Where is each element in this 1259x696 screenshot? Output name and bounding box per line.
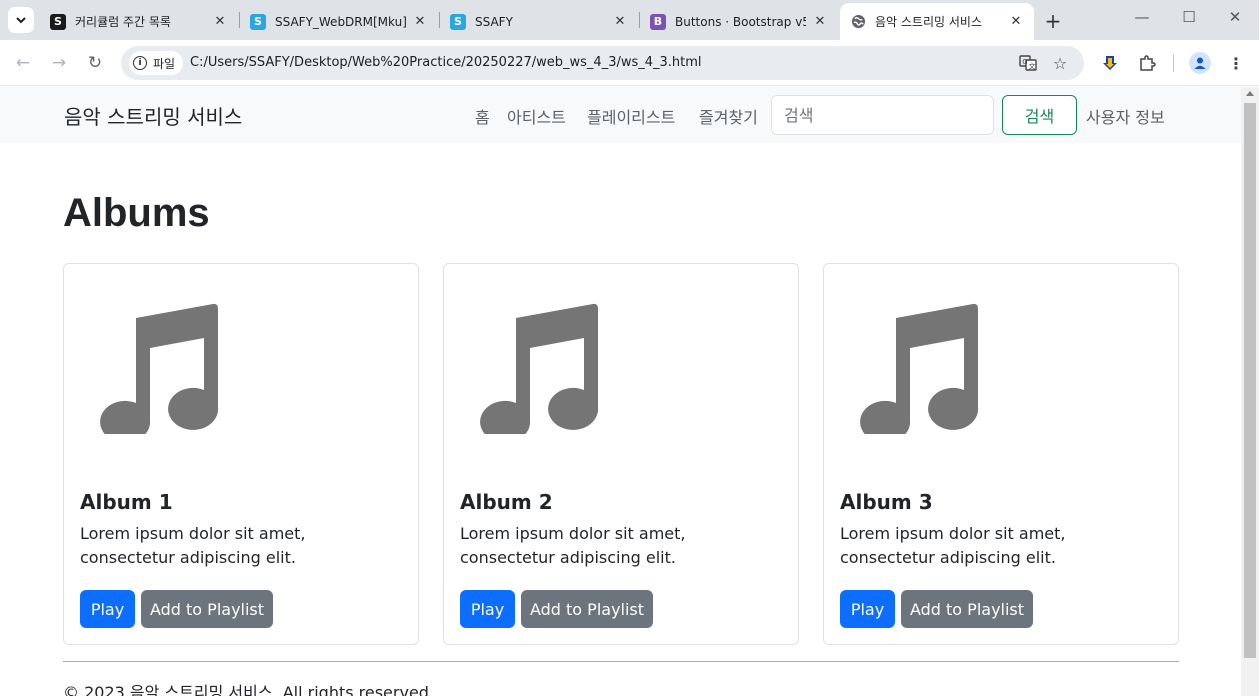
browser-toolbar: ← → ↻ i 파일 C:/Users/SSAFY/Desktop/Web%20… <box>0 40 1259 86</box>
tab-webdrm[interactable]: S SSAFY_WebDRM[Mku] ✕ <box>240 3 438 40</box>
minimize-icon[interactable]: — <box>1128 8 1156 26</box>
album-card: Album 2 Lorem ipsum dolor sit amet, cons… <box>443 263 799 645</box>
music-note-icon <box>860 303 979 434</box>
close-icon[interactable]: ✕ <box>412 14 428 29</box>
tab-favicon-icon: S <box>250 13 266 30</box>
play-button[interactable]: Play <box>460 590 515 628</box>
tab-ssafy[interactable]: S SSAFY ✕ <box>440 3 638 40</box>
nav-link-artists[interactable]: 아티스트 <box>507 104 566 128</box>
svg-text:G: G <box>1022 58 1027 66</box>
album-description: Lorem ipsum dolor sit amet, consectetur … <box>80 524 306 567</box>
scroll-up-arrow-icon[interactable] <box>1246 91 1254 96</box>
search-input[interactable] <box>771 95 994 135</box>
album-description: Lorem ipsum dolor sit amet, consectetur … <box>460 524 686 567</box>
nav-link-favorites[interactable]: 즐겨찾기 <box>699 104 758 128</box>
tab-strip: S 커리큘럼 주간 목록 ✕ S SSAFY_WebDRM[Mku] ✕ S S… <box>0 0 1259 40</box>
tab-title: SSAFY_WebDRM[Mku] <box>275 14 406 29</box>
globe-icon <box>850 14 866 30</box>
album-description: Lorem ipsum dolor sit amet, consectetur … <box>840 524 1066 567</box>
nav-link-home[interactable]: 홈 <box>475 104 490 128</box>
puzzle-icon[interactable] <box>1135 51 1159 75</box>
footer-text: © 2023 음악 스트리밍 서비스. All rights reserved. <box>63 683 435 696</box>
add-to-playlist-button[interactable]: Add to Playlist <box>141 590 273 628</box>
translate-icon[interactable]: G文 <box>1018 54 1038 76</box>
music-note-icon <box>100 303 219 434</box>
back-arrow-icon[interactable]: ← <box>11 51 35 75</box>
tab-favicon-icon: S <box>450 13 466 30</box>
close-icon[interactable]: ✕ <box>212 14 228 29</box>
site-info-chip[interactable]: i 파일 <box>129 51 184 75</box>
page-title: Albums <box>63 191 210 235</box>
play-button[interactable]: Play <box>80 590 135 628</box>
navbar: 음악 스트리밍 서비스 홈 아티스트 플레이리스트 즐겨찾기 검색 사용자 정보 <box>0 87 1241 143</box>
close-icon[interactable]: ✕ <box>812 14 828 29</box>
svg-text:文: 文 <box>1029 62 1036 71</box>
music-note-icon <box>480 303 599 434</box>
page-scrollbar[interactable] <box>1241 87 1259 696</box>
nav-link-user-info[interactable]: 사용자 정보 <box>1086 104 1165 128</box>
tab-search-icon[interactable] <box>8 7 34 33</box>
tab-title: SSAFY <box>475 14 513 29</box>
toolbar-separator <box>1173 54 1174 72</box>
tab-bootstrap-buttons[interactable]: B Buttons · Bootstrap v5.3 ✕ <box>640 3 838 40</box>
forward-arrow-icon[interactable]: → <box>47 51 71 75</box>
search-button[interactable]: 검색 <box>1002 95 1077 135</box>
tab-favicon-icon: B <box>650 13 666 30</box>
album-title: Album 3 <box>840 490 933 514</box>
tab-title: 커리큘럼 주간 목록 <box>75 15 171 29</box>
album-title: Album 1 <box>80 490 173 514</box>
add-to-playlist-button[interactable]: Add to Playlist <box>521 590 653 628</box>
album-card: Album 1 Lorem ipsum dolor sit amet, cons… <box>63 263 419 645</box>
more-menu-icon[interactable]: ⋮ <box>1224 51 1248 75</box>
nav-link-playlists[interactable]: 플레이리스트 <box>587 104 675 128</box>
page-viewport: 음악 스트리밍 서비스 홈 아티스트 플레이리스트 즐겨찾기 검색 사용자 정보… <box>0 87 1241 696</box>
close-icon[interactable]: ✕ <box>612 14 628 29</box>
close-icon[interactable]: ✕ <box>1008 14 1024 29</box>
play-button[interactable]: Play <box>840 590 895 628</box>
bookmark-star-icon[interactable]: ☆ <box>1050 54 1070 73</box>
album-title: Album 2 <box>460 490 553 514</box>
scrollbar-thumb[interactable] <box>1244 103 1256 658</box>
tab-favicon-icon: S <box>50 13 66 30</box>
tab-title: Buttons · Bootstrap v5.3 <box>675 14 806 29</box>
footer-divider <box>63 661 1179 662</box>
profile-icon[interactable] <box>1189 52 1211 74</box>
tab-title: 음악 스트리밍 서비스 <box>875 15 982 29</box>
tab-music-streaming[interactable]: 음악 스트리밍 서비스 ✕ <box>840 3 1034 40</box>
file-label: 파일 <box>153 56 176 71</box>
window-close-icon[interactable]: ✕ <box>1221 8 1249 26</box>
tab-curriculum[interactable]: S 커리큘럼 주간 목록 ✕ <box>40 3 238 40</box>
reload-icon[interactable]: ↻ <box>83 51 107 75</box>
url-text[interactable]: C:/Users/SSAFY/Desktop/Web%20Practice/20… <box>190 55 702 70</box>
navbar-brand[interactable]: 음악 스트리밍 서비스 <box>64 101 242 130</box>
extension-icon[interactable] <box>1098 51 1122 75</box>
album-card: Album 3 Lorem ipsum dolor sit amet, cons… <box>823 263 1179 645</box>
address-bar[interactable]: i 파일 C:/Users/SSAFY/Desktop/Web%20Practi… <box>121 46 1084 80</box>
maximize-icon[interactable]: ☐ <box>1175 8 1203 26</box>
add-to-playlist-button[interactable]: Add to Playlist <box>901 590 1033 628</box>
info-icon: i <box>133 56 147 70</box>
new-tab-icon[interactable]: + <box>1042 9 1064 33</box>
